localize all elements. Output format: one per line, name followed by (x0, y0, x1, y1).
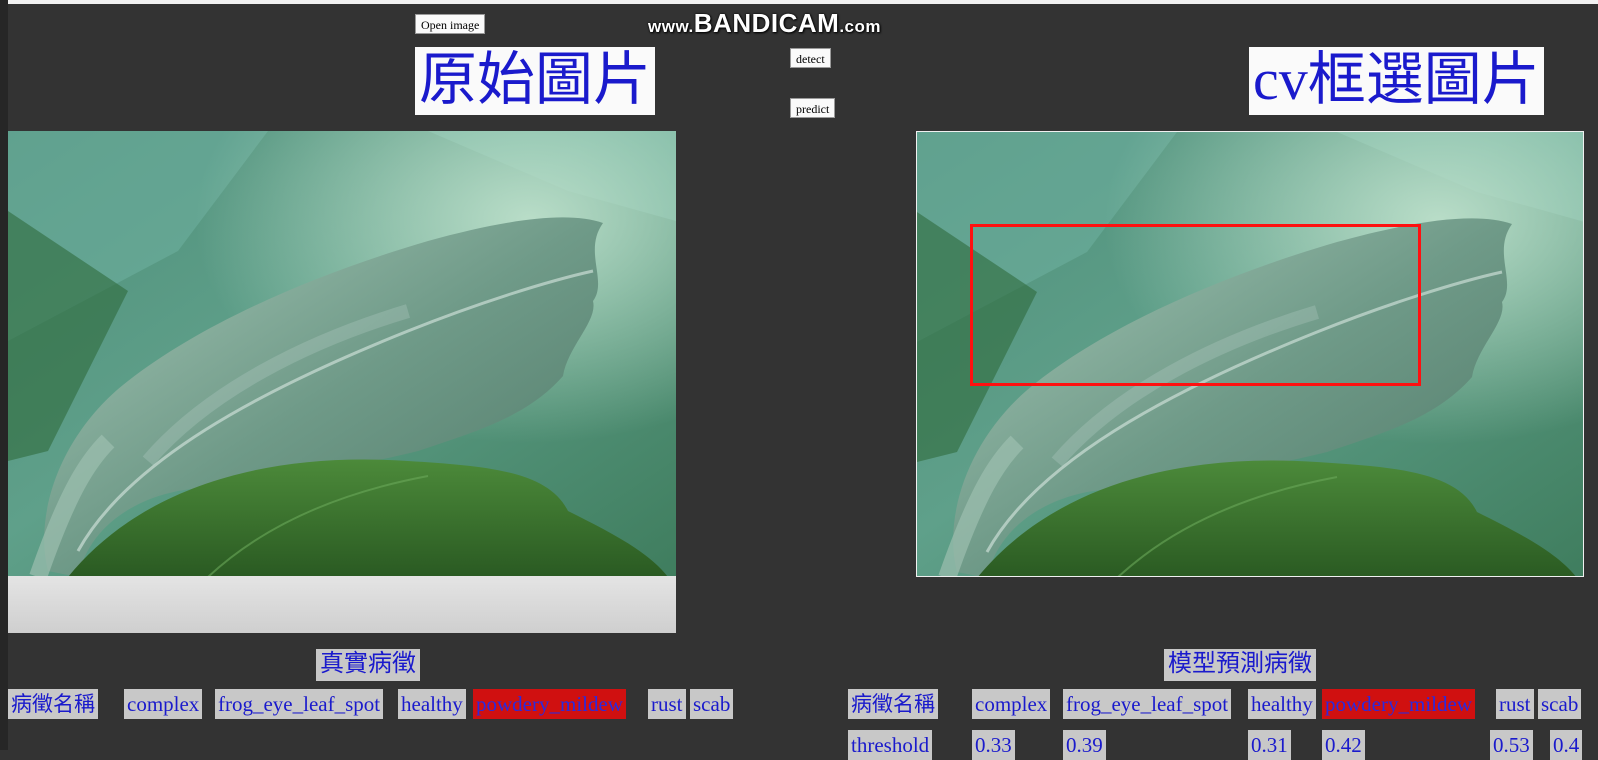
pred-class-powdery-mildew: powdery_mildew (1322, 689, 1475, 719)
pred-class-complex: complex (972, 689, 1051, 719)
pred-class-healthy: healthy (1248, 689, 1316, 719)
real-class-healthy: healthy (398, 689, 466, 719)
pred-class-scab: scab (1538, 689, 1582, 719)
detect-button[interactable]: detect (790, 48, 831, 68)
original-leaf-image (8, 131, 676, 577)
pred-class-frog-eye-leaf-spot: frog_eye_leaf_spot (1063, 689, 1232, 719)
real-symptom-heading: 真實病徵 (316, 649, 420, 681)
real-class-scab: scab (690, 689, 734, 719)
threshold-rust: 0.53 (1490, 730, 1533, 760)
threshold-complex: 0.33 (972, 730, 1015, 760)
left-edge (0, 0, 8, 750)
real-row-label: 病徵名稱 (8, 689, 98, 719)
predict-button[interactable]: predict (790, 98, 836, 118)
threshold-powdery-mildew: 0.42 (1322, 730, 1365, 760)
threshold-frog-eye-leaf-spot: 0.39 (1063, 730, 1106, 760)
real-class-rust: rust (648, 689, 686, 719)
threshold-row-label: threshold (848, 730, 933, 760)
real-class-powdery-mildew: powdery_mildew (473, 689, 626, 719)
top-border (0, 0, 1598, 4)
threshold-healthy: 0.31 (1248, 730, 1291, 760)
pred-row-label: 病徵名稱 (848, 689, 938, 719)
original-image-title: 原始圖片 (415, 47, 656, 115)
pred-class-rust: rust (1496, 689, 1534, 719)
open-image-button[interactable]: Open image (415, 14, 486, 34)
cv-image-title: cv框選圖片 (1249, 47, 1544, 115)
threshold-scab: 0.4 (1550, 730, 1583, 760)
real-class-complex: complex (124, 689, 203, 719)
bandicam-watermark: www.BANDICAM.com (648, 8, 881, 38)
image-placeholder-bar (8, 576, 676, 633)
predicted-symptom-heading: 模型預測病徵 (1164, 649, 1316, 681)
cv-detected-leaf-image (916, 131, 1584, 577)
real-class-frog-eye-leaf-spot: frog_eye_leaf_spot (215, 689, 384, 719)
